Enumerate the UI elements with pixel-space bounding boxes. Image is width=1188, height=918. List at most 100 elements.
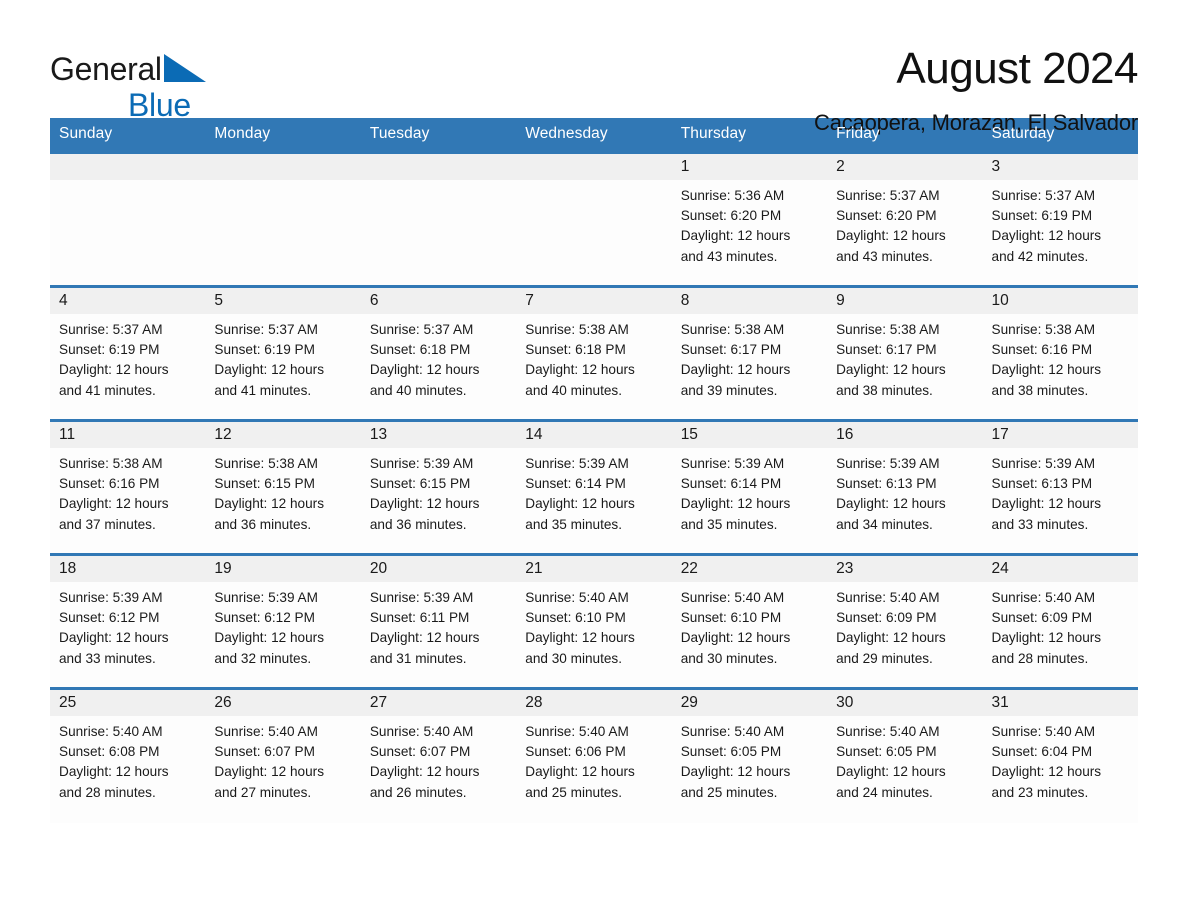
sunrise-text: Sunrise: 5:38 AM [525, 322, 629, 337]
day-details: Sunrise: 5:40 AM Sunset: 6:07 PM Dayligh… [361, 716, 516, 803]
day-number: 19 [205, 556, 361, 582]
day-cell[interactable]: 19 Sunrise: 5:39 AM Sunset: 6:12 PM Dayl… [205, 553, 361, 689]
day-details: Sunrise: 5:38 AM Sunset: 6:16 PM Dayligh… [983, 314, 1138, 401]
day-number: 18 [50, 556, 206, 582]
daylight-text-line2: and 43 minutes. [836, 248, 933, 264]
day-cell[interactable]: 15 Sunrise: 5:39 AM Sunset: 6:14 PM Dayl… [671, 419, 828, 555]
sunset-text: Sunset: 6:18 PM [525, 342, 626, 358]
sunset-text: Sunset: 6:13 PM [836, 476, 937, 492]
day-cell[interactable]: 5 Sunrise: 5:37 AM Sunset: 6:19 PM Dayli… [205, 285, 361, 421]
calendar-body: 1 Sunrise: 5:36 AM Sunset: 6:20 PM Dayli… [50, 151, 1138, 823]
day-cell[interactable]: 26 Sunrise: 5:40 AM Sunset: 6:07 PM Dayl… [205, 687, 361, 823]
day-cell[interactable]: 10 Sunrise: 5:38 AM Sunset: 6:16 PM Dayl… [982, 285, 1138, 421]
day-cell[interactable]: 23 Sunrise: 5:40 AM Sunset: 6:09 PM Dayl… [827, 553, 983, 689]
day-details: Sunrise: 5:38 AM Sunset: 6:16 PM Dayligh… [50, 448, 205, 535]
daylight-text-line2: and 28 minutes. [991, 650, 1089, 666]
day-details: Sunrise: 5:38 AM Sunset: 6:15 PM Dayligh… [205, 448, 360, 535]
day-details: Sunrise: 5:37 AM Sunset: 6:19 PM Dayligh… [205, 314, 360, 401]
daylight-text-line1: Daylight: 12 hours [525, 630, 635, 646]
daylight-text-line2: and 36 minutes. [369, 516, 467, 532]
daylight-text-line1: Daylight: 12 hours [59, 630, 169, 646]
day-cell[interactable]: 1 Sunrise: 5:36 AM Sunset: 6:20 PM Dayli… [671, 151, 828, 287]
daylight-text-line1: Daylight: 12 hours [525, 496, 635, 512]
day-cell[interactable]: 18 Sunrise: 5:39 AM Sunset: 6:12 PM Dayl… [50, 553, 206, 689]
sunrise-text: Sunrise: 5:40 AM [59, 724, 163, 739]
daylight-text-line1: Daylight: 12 hours [991, 630, 1102, 646]
day-cell[interactable] [360, 151, 517, 287]
daylight-text-line2: and 40 minutes. [369, 382, 467, 398]
day-cell[interactable]: 2 Sunrise: 5:37 AM Sunset: 6:20 PM Dayli… [827, 151, 983, 287]
daylight-text-line2: and 32 minutes. [214, 650, 312, 666]
day-cell[interactable]: 14 Sunrise: 5:39 AM Sunset: 6:14 PM Dayl… [516, 419, 672, 555]
daylight-text-line2: and 43 minutes. [680, 248, 778, 264]
day-details: Sunrise: 5:39 AM Sunset: 6:15 PM Dayligh… [361, 448, 516, 535]
day-cell[interactable]: 13 Sunrise: 5:39 AM Sunset: 6:15 PM Dayl… [360, 419, 517, 555]
sunset-text: Sunset: 6:05 PM [836, 744, 937, 760]
daylight-text-line1: Daylight: 12 hours [369, 496, 480, 512]
daylight-text-line1: Daylight: 12 hours [836, 764, 946, 780]
day-details: Sunrise: 5:40 AM Sunset: 6:10 PM Dayligh… [672, 582, 827, 669]
daylight-text-line1: Daylight: 12 hours [991, 228, 1102, 244]
day-cell[interactable]: 24 Sunrise: 5:40 AM Sunset: 6:09 PM Dayl… [982, 553, 1138, 689]
sunset-text: Sunset: 6:04 PM [991, 744, 1093, 760]
daylight-text-line1: Daylight: 12 hours [525, 764, 635, 780]
day-details: Sunrise: 5:38 AM Sunset: 6:18 PM Dayligh… [516, 314, 671, 401]
day-cell[interactable]: 16 Sunrise: 5:39 AM Sunset: 6:13 PM Dayl… [827, 419, 983, 555]
day-cell[interactable]: 25 Sunrise: 5:40 AM Sunset: 6:08 PM Dayl… [50, 687, 206, 823]
day-cell[interactable] [516, 151, 672, 287]
day-details: Sunrise: 5:40 AM Sunset: 6:05 PM Dayligh… [672, 716, 827, 803]
daylight-text-line1: Daylight: 12 hours [680, 228, 791, 244]
daylight-text-line1: Daylight: 12 hours [836, 496, 946, 512]
sunset-text: Sunset: 6:11 PM [369, 610, 470, 626]
sunrise-text: Sunrise: 5:40 AM [525, 590, 629, 605]
day-number: 26 [205, 690, 361, 716]
sunset-text: Sunset: 6:17 PM [836, 342, 937, 358]
day-number: 16 [827, 422, 983, 448]
day-number: 25 [50, 690, 206, 716]
day-number: 3 [982, 154, 1138, 180]
day-number: 13 [360, 422, 517, 448]
generalblue-logo[interactable]: General Blue [50, 44, 310, 122]
day-cell[interactable]: 27 Sunrise: 5:40 AM Sunset: 6:07 PM Dayl… [360, 687, 517, 823]
day-cell[interactable]: 30 Sunrise: 5:40 AM Sunset: 6:05 PM Dayl… [827, 687, 983, 823]
day-cell[interactable]: 29 Sunrise: 5:40 AM Sunset: 6:05 PM Dayl… [671, 687, 828, 823]
sunrise-text: Sunrise: 5:40 AM [680, 724, 785, 739]
day-cell[interactable]: 7 Sunrise: 5:38 AM Sunset: 6:18 PM Dayli… [516, 285, 672, 421]
sunset-text: Sunset: 6:07 PM [214, 744, 315, 760]
day-cell[interactable]: 11 Sunrise: 5:38 AM Sunset: 6:16 PM Dayl… [50, 419, 206, 555]
sunrise-text: Sunrise: 5:37 AM [991, 188, 1096, 203]
day-number: 20 [360, 556, 517, 582]
day-cell[interactable]: 31 Sunrise: 5:40 AM Sunset: 6:04 PM Dayl… [982, 687, 1138, 823]
day-number: 9 [827, 288, 983, 314]
daylight-text-line2: and 30 minutes. [680, 650, 778, 666]
day-cell[interactable]: 9 Sunrise: 5:38 AM Sunset: 6:17 PM Dayli… [827, 285, 983, 421]
day-cell[interactable]: 3 Sunrise: 5:37 AM Sunset: 6:19 PM Dayli… [982, 151, 1138, 287]
sunset-text: Sunset: 6:16 PM [59, 476, 160, 492]
day-cell[interactable]: 20 Sunrise: 5:39 AM Sunset: 6:11 PM Dayl… [360, 553, 517, 689]
day-cell[interactable]: 21 Sunrise: 5:40 AM Sunset: 6:10 PM Dayl… [516, 553, 672, 689]
day-cell[interactable]: 28 Sunrise: 5:40 AM Sunset: 6:06 PM Dayl… [516, 687, 672, 823]
daylight-text-line2: and 33 minutes. [59, 650, 156, 666]
day-number [516, 154, 672, 180]
day-cell[interactable]: 8 Sunrise: 5:38 AM Sunset: 6:17 PM Dayli… [671, 285, 828, 421]
day-details: Sunrise: 5:39 AM Sunset: 6:13 PM Dayligh… [983, 448, 1138, 535]
day-number: 23 [827, 556, 983, 582]
day-cell[interactable]: 6 Sunrise: 5:37 AM Sunset: 6:18 PM Dayli… [360, 285, 517, 421]
daylight-text-line1: Daylight: 12 hours [680, 362, 791, 378]
sunset-text: Sunset: 6:17 PM [680, 342, 782, 358]
calendar-grid: Sunday Monday Tuesday Wednesday Thursday… [50, 118, 1138, 823]
day-cell[interactable]: 4 Sunrise: 5:37 AM Sunset: 6:19 PM Dayli… [50, 285, 206, 421]
sunset-text: Sunset: 6:19 PM [214, 342, 315, 358]
sunrise-text: Sunrise: 5:38 AM [59, 456, 163, 471]
day-cell[interactable] [50, 151, 206, 287]
sunset-text: Sunset: 6:08 PM [59, 744, 160, 760]
day-cell[interactable] [205, 151, 361, 287]
sunrise-text: Sunrise: 5:40 AM [525, 724, 629, 739]
calendar-week-row: 25 Sunrise: 5:40 AM Sunset: 6:08 PM Dayl… [50, 687, 1138, 823]
daylight-text-line1: Daylight: 12 hours [991, 764, 1102, 780]
day-number: 1 [671, 154, 828, 180]
day-cell[interactable]: 17 Sunrise: 5:39 AM Sunset: 6:13 PM Dayl… [982, 419, 1138, 555]
day-cell[interactable]: 12 Sunrise: 5:38 AM Sunset: 6:15 PM Dayl… [205, 419, 361, 555]
sunrise-text: Sunrise: 5:40 AM [214, 724, 318, 739]
day-cell[interactable]: 22 Sunrise: 5:40 AM Sunset: 6:10 PM Dayl… [671, 553, 828, 689]
